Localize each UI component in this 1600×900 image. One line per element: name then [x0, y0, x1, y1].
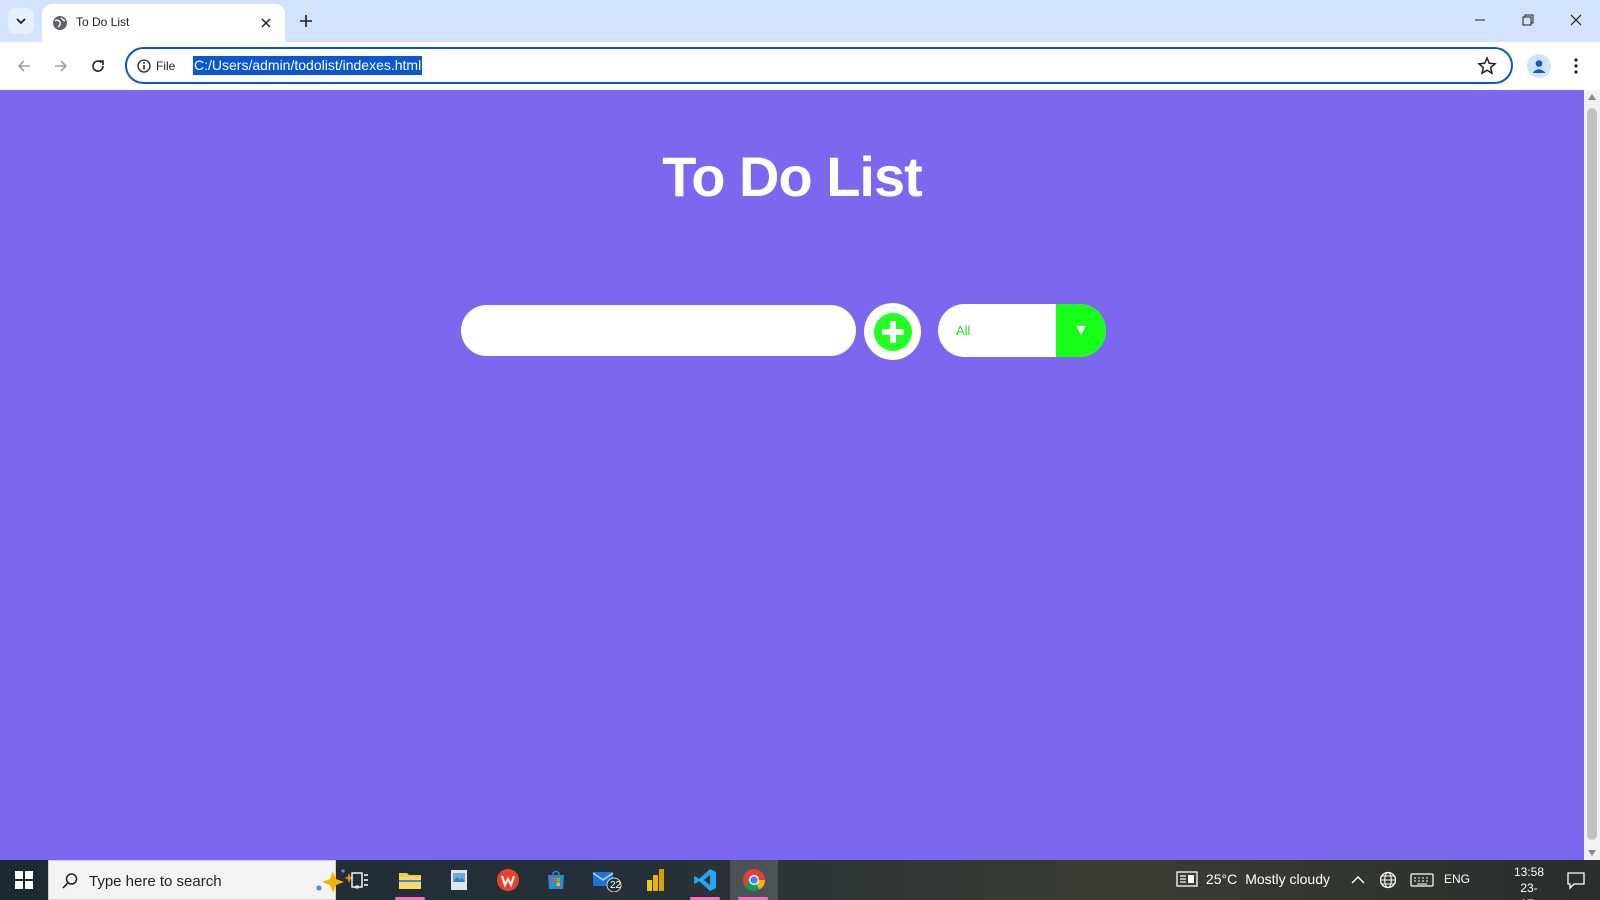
taskbar: Type here to search 22 25°C Mostly cloud…: [0, 860, 1600, 900]
tab-title: To Do List: [76, 15, 130, 29]
close-tab-icon[interactable]: [257, 14, 275, 32]
address-bar[interactable]: File C:/Users/admin/todolist/indexes.htm…: [125, 47, 1513, 84]
filter-select[interactable]: All ▼: [938, 304, 1106, 357]
add-todo-button[interactable]: [864, 303, 921, 360]
image-viewer-icon: [451, 870, 467, 890]
vs-code-button[interactable]: [682, 860, 728, 900]
tab-strip: To Do List: [0, 0, 1600, 42]
chevron-down-icon: [16, 18, 26, 25]
browser-tab[interactable]: To Do List: [42, 4, 285, 42]
photos-app-button[interactable]: [436, 860, 482, 900]
mail-app-button[interactable]: 22: [584, 860, 630, 900]
browser-toolbar: File C:/Users/admin/todolist/indexes.htm…: [0, 42, 1600, 90]
forward-button[interactable]: [49, 54, 73, 78]
plus-icon: [300, 15, 312, 27]
vs-code-icon: [694, 869, 716, 891]
power-bi-button[interactable]: [633, 860, 679, 900]
keyboard-icon[interactable]: [1410, 871, 1434, 889]
restore-icon: [1522, 14, 1534, 26]
plus-circle-icon: [873, 312, 912, 351]
page-content: To Do List All ▼: [0, 90, 1584, 860]
clock-date: 23-07-2024: [1520, 881, 1538, 900]
close-window-button[interactable]: [1552, 0, 1600, 40]
taskbar-search[interactable]: Type here to search: [48, 860, 359, 900]
browser-menu-button[interactable]: [1566, 54, 1586, 78]
minimize-button[interactable]: [1456, 0, 1504, 40]
arrow-right-icon: [55, 60, 68, 72]
file-scheme-label: File: [156, 59, 176, 73]
more-vertical-icon: [1574, 58, 1578, 74]
info-icon: [137, 59, 151, 73]
arrow-left-icon: [17, 60, 30, 72]
network-globe-icon[interactable]: [1379, 871, 1397, 889]
filter-selected-value: All: [956, 323, 971, 338]
user-avatar-icon: [1532, 60, 1546, 73]
task-view-button[interactable]: [337, 860, 383, 900]
bar-chart-app-icon: [647, 869, 664, 891]
weather-news-icon: [1176, 871, 1198, 887]
notification-center-icon[interactable]: [1566, 870, 1586, 893]
windows-logo-icon: [15, 871, 33, 889]
tab-search-button[interactable]: [8, 8, 34, 34]
new-tab-button[interactable]: [295, 10, 317, 32]
page-title: To Do List: [662, 145, 923, 208]
clock[interactable]: 13:58 23-07-2024: [1514, 864, 1544, 900]
clock-time: 13:58: [1513, 865, 1544, 879]
file-explorer-button[interactable]: [387, 860, 433, 900]
site-info-button[interactable]: File: [137, 57, 175, 75]
wps-logo-icon: [497, 869, 519, 891]
scroll-up-arrow-icon[interactable]: [1588, 94, 1596, 100]
store-icon: [548, 870, 564, 889]
reload-button[interactable]: [86, 54, 110, 78]
profile-button[interactable]: [1527, 54, 1551, 78]
scrollbar-thumb[interactable]: [1587, 108, 1597, 840]
language-indicator[interactable]: ENG: [1444, 872, 1470, 886]
wps-office-button[interactable]: [485, 860, 531, 900]
bookmark-star-icon[interactable]: [1477, 56, 1497, 76]
start-button[interactable]: [0, 860, 48, 900]
back-button[interactable]: [12, 54, 36, 78]
chrome-icon: [743, 869, 765, 891]
chrome-button[interactable]: [730, 860, 778, 900]
dropdown-arrow-icon[interactable]: ▼: [1056, 304, 1106, 357]
todo-input[interactable]: [461, 305, 856, 356]
minimize-icon: [1475, 19, 1485, 21]
scroll-down-arrow-icon[interactable]: [1588, 850, 1596, 856]
close-icon: [1570, 14, 1582, 26]
restore-button[interactable]: [1504, 0, 1552, 40]
vertical-scrollbar[interactable]: [1584, 90, 1600, 860]
search-icon: [62, 873, 78, 889]
weather-widget[interactable]: 25°C Mostly cloudy: [1176, 871, 1330, 887]
globe-icon: [53, 16, 67, 30]
weather-condition: Mostly cloudy: [1245, 871, 1330, 887]
reload-icon: [92, 60, 104, 72]
folder-icon: [399, 873, 421, 889]
url-text[interactable]: C:/Users/admin/todolist/indexes.html: [193, 56, 423, 75]
search-placeholder: Type here to search: [89, 873, 222, 890]
mail-unread-badge: 22: [610, 880, 622, 891]
task-view-icon: [351, 872, 368, 888]
weather-temperature: 25°C: [1205, 871, 1238, 887]
chevron-up-icon[interactable]: [1349, 871, 1367, 889]
microsoft-store-button[interactable]: [533, 860, 579, 900]
